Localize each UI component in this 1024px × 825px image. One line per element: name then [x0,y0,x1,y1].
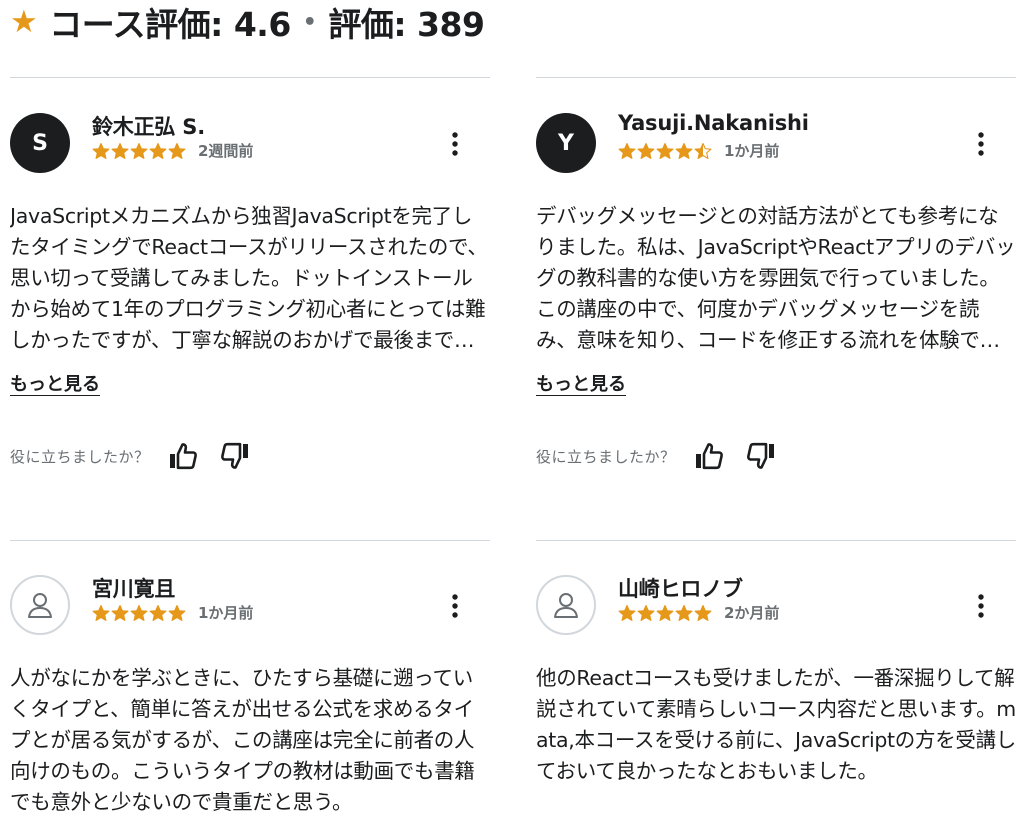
review-date: 2か月前 [724,604,780,622]
more-options-button[interactable] [966,127,996,161]
thumbs-up-button[interactable] [692,439,726,473]
helpful-label: 役に立ちましたか？ [10,447,150,466]
star-icon [637,142,655,159]
rating-count: 評価: 389 [328,5,485,44]
star-rating [618,142,712,160]
user-icon [28,593,52,618]
star-icon [637,604,655,621]
star-icon [618,604,636,621]
star-icon [130,142,148,159]
review-date: 1か月前 [724,142,780,160]
avatar: S [10,113,70,173]
review-meta: 2週間前 [92,140,253,161]
show-more-link[interactable]: もっと見る [10,370,100,396]
star-icon [168,142,186,159]
thumbs-up-button[interactable] [166,439,200,473]
star-rating [92,142,186,160]
helpful-label: 役に立ちましたか？ [536,447,676,466]
course-rating: コース評価: 4.6 [49,5,291,44]
helpful-row: 役に立ちましたか？ [536,439,778,473]
star-icon [149,604,167,621]
rating-header: ★ コース評価: 4.6 • 評価: 389 [10,0,485,44]
divider [536,77,1016,78]
review-meta: 2か月前 [618,602,779,623]
show-more-link[interactable]: もっと見る [536,370,626,396]
user-icon [554,593,578,618]
review-text: JavaScriptメカニズムから独習JavaScriptを完了したタイミングで… [10,204,488,352]
more-options-button[interactable] [966,589,996,623]
star-icon [694,142,712,159]
avatar: Y [536,113,596,173]
thumbs-down-icon [746,442,774,469]
star-icon [111,604,129,621]
more-vertical-icon [452,594,458,618]
thumbs-up-icon [695,443,723,470]
star-icon [168,604,186,621]
avatar [536,575,596,635]
thumbs-down-button[interactable] [744,439,778,473]
separator-dot: • [302,9,317,35]
reviewer-name: 宮川寛且 [92,577,176,601]
divider [10,540,490,541]
more-options-button[interactable] [440,127,470,161]
star-icon [656,142,674,159]
star-icon [675,604,693,621]
review-text: 他のReactコースも受けましたが、一番深掘りして解説されていて素晴らしいコース… [536,666,1016,783]
divider [10,77,490,78]
more-options-button[interactable] [440,589,470,623]
star-icon [656,604,674,621]
star-rating [618,604,712,622]
review-meta: 1か月前 [92,602,253,623]
star-icon [111,142,129,159]
thumbs-up-icon [169,443,197,470]
review-date: 1か月前 [198,604,254,622]
review-text: 人がなにかを学ぶときに、ひたすら基礎に遡っていくタイプと、簡単に答えが出せる公式… [10,666,475,814]
thumbs-down-button[interactable] [218,439,252,473]
star-rating [92,604,186,622]
star-icon [675,142,693,159]
star-icon [618,142,636,159]
more-vertical-icon [978,132,984,156]
review-date: 2週間前 [198,142,254,160]
review-meta: 1か月前 [618,140,779,161]
divider [536,540,1016,541]
star-icon: ★ [10,4,38,40]
avatar [10,575,70,635]
reviewer-name: 鈴木正弘 S. [92,115,206,139]
more-vertical-icon [978,594,984,618]
star-icon [130,604,148,621]
helpful-row: 役に立ちましたか？ [10,439,252,473]
reviewer-name: Yasuji.Nakanishi [618,111,809,135]
more-vertical-icon [452,132,458,156]
star-icon [694,604,712,621]
star-icon [92,604,110,621]
star-icon [92,142,110,159]
review-text: デバッグメッセージとの対話方法がとても参考になりました。私は、JavaScrip… [536,204,1016,352]
thumbs-down-icon [220,442,248,469]
reviewer-name: 山崎ヒロノブ [618,577,743,601]
star-icon [149,142,167,159]
